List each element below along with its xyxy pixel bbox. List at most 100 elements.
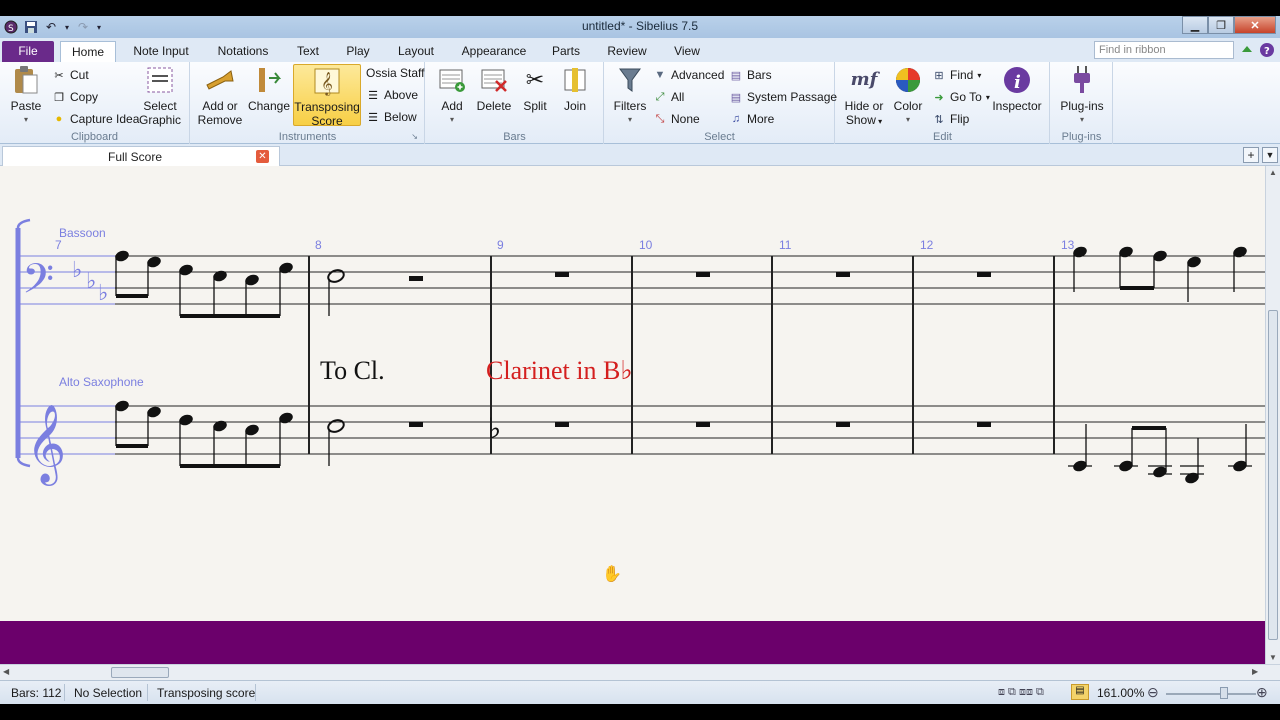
scissors-icon: ✂: [54, 69, 64, 82]
redo-dropdown-icon[interactable]: ▾: [95, 19, 103, 35]
tab-note-input[interactable]: Note Input: [126, 41, 196, 62]
ribbon-search-input[interactable]: Find in ribbon: [1094, 41, 1234, 59]
minimize-ribbon-icon[interactable]: [1240, 42, 1256, 58]
hide-show-button[interactable]: mf Hide or Show ▾: [842, 64, 886, 129]
paste-button[interactable]: Paste ▾: [6, 64, 46, 127]
score-view[interactable]: 𝄢 ♭ ♭ ♭ 𝄞 ♭ Bassoon Alto Saxophone 7 8 9…: [0, 166, 1265, 621]
lightbulb-icon: ●: [55, 113, 63, 125]
tab-text[interactable]: Text: [290, 41, 326, 62]
horizontal-scroll-thumb[interactable]: [111, 667, 169, 678]
tab-view[interactable]: View: [666, 41, 708, 62]
status-mode: Transposing score: [157, 686, 256, 700]
scroll-left-icon[interactable]: ◀: [3, 667, 9, 676]
select-bars-button[interactable]: ▤ Bars: [729, 68, 772, 82]
go-to-button[interactable]: ➜ Go To ▾: [932, 90, 989, 104]
transposing-label-2: Score: [311, 114, 343, 128]
ossia-above-button[interactable]: ☰ Above: [366, 88, 418, 102]
inspector-button[interactable]: i Inspector: [988, 64, 1046, 113]
join-bar-button[interactable]: Join: [558, 64, 592, 113]
tab-review[interactable]: Review: [602, 41, 652, 62]
change-instrument-button[interactable]: Change: [247, 64, 291, 113]
plug-icon: [1066, 64, 1098, 96]
select-none-button[interactable]: ⤡ None: [653, 112, 700, 126]
tab-parts[interactable]: Parts: [546, 41, 586, 62]
tab-appearance[interactable]: Appearance: [458, 41, 530, 62]
undo-icon[interactable]: ↶: [43, 19, 59, 35]
paste-icon: [10, 64, 42, 96]
advanced-filter-button[interactable]: ▼ Advanced: [653, 68, 725, 82]
color-button[interactable]: Color ▾: [890, 64, 926, 127]
select-group: Filters ▾ ▼ Advanced ⤢ All ⤡ None ▤ Bars ▤ Sy…: [605, 62, 837, 144]
page-view-icon[interactable]: ▤: [1071, 684, 1089, 700]
plugins-button[interactable]: Plug-ins ▾: [1055, 64, 1109, 127]
ossia-below-button[interactable]: ☰ Below: [366, 110, 417, 124]
add-label: Add: [441, 99, 463, 113]
tab-notations[interactable]: Notations: [208, 41, 278, 62]
select-graphic-button[interactable]: Select Graphic: [136, 64, 184, 127]
bassoon-instrument-name[interactable]: Bassoon: [59, 226, 106, 240]
scroll-up-icon[interactable]: ▲: [1269, 168, 1277, 177]
split-bar-button[interactable]: ✂ Split: [518, 64, 552, 114]
color-dropdown-icon: ▾: [905, 115, 910, 124]
capture-idea-button[interactable]: ● Capture Idea: [52, 112, 140, 126]
new-tab-button[interactable]: +: [1243, 147, 1259, 163]
select-all-button[interactable]: ⤢ All: [653, 90, 685, 104]
treble-clef-staff-icon: 𝄞: [26, 404, 66, 486]
clarinet-key-flat: ♭: [488, 412, 501, 445]
undo-dropdown-icon[interactable]: ▾: [63, 19, 71, 35]
zoom-in-icon[interactable]: ⊕: [1256, 684, 1268, 701]
capture-idea-label: Capture Idea: [70, 112, 140, 126]
app-icon[interactable]: S: [3, 19, 19, 35]
find-button[interactable]: ⊞ Find ▾: [932, 68, 981, 82]
minimize-button[interactable]: ▁: [1182, 16, 1208, 34]
zoom-out-icon[interactable]: ⊖: [1147, 684, 1159, 701]
clarinet-instrument-change-text[interactable]: Clarinet in B♭: [486, 356, 633, 386]
tab-list-button[interactable]: ▼: [1262, 147, 1278, 163]
hand-cursor-icon: ✋: [602, 566, 622, 583]
select-more-button[interactable]: ♫ More: [729, 112, 774, 126]
join-icon: [559, 64, 591, 96]
scroll-right-icon[interactable]: ▶: [1252, 667, 1258, 676]
to-clarinet-text[interactable]: To Cl.: [320, 356, 385, 386]
copy-button[interactable]: ❐ Copy: [52, 90, 98, 104]
zoom-slider[interactable]: [1166, 693, 1256, 695]
help-icon[interactable]: ?: [1259, 42, 1275, 58]
select-all-icon: ⤢: [655, 90, 665, 103]
horizontal-scrollbar[interactable]: ◀ ▶: [0, 664, 1280, 680]
add-remove-instruments-button[interactable]: Add or Remove: [195, 64, 245, 127]
bar-number-7: 7: [55, 238, 62, 252]
tab-play[interactable]: Play: [340, 41, 376, 62]
delete-label: Delete: [476, 99, 512, 113]
transposing-score-button[interactable]: 𝄞 Transposing Score: [293, 64, 361, 128]
add-bar-button[interactable]: Add ▾: [434, 64, 470, 127]
split-icon: ✂: [525, 67, 545, 92]
dialog-launcher-icon[interactable]: ↘: [411, 132, 418, 141]
save-icon[interactable]: [23, 19, 39, 35]
page-background-band: [0, 621, 1265, 664]
delete-bar-button[interactable]: Delete: [474, 64, 514, 113]
system-passage-button[interactable]: ▤ System Passage: [729, 90, 837, 104]
select-graphic-label-1: Select: [143, 99, 177, 113]
redo-icon[interactable]: ↷: [75, 19, 91, 35]
zoom-slider-thumb[interactable]: [1220, 687, 1228, 699]
vertical-scrollbar[interactable]: ▲ ▼: [1265, 166, 1280, 664]
cut-button[interactable]: ✂ Cut: [52, 68, 88, 82]
tab-home[interactable]: Home: [60, 41, 116, 62]
close-tab-icon[interactable]: ✕: [256, 150, 269, 163]
filters-button[interactable]: Filters ▾: [611, 64, 649, 127]
vertical-scroll-thumb[interactable]: [1268, 310, 1278, 640]
split-label: Split: [523, 99, 547, 113]
find-label: Find: [950, 68, 974, 82]
bars-group: Add ▾ Delete ✂ Split Join Bars: [426, 62, 604, 144]
copy-icon: ❐: [54, 91, 64, 104]
alto-sax-instrument-name[interactable]: Alto Saxophone: [59, 375, 144, 389]
select-group-label: Select: [704, 131, 735, 143]
scroll-down-icon[interactable]: ▼: [1269, 653, 1277, 662]
flip-button[interactable]: ⇅ Flip: [932, 112, 969, 126]
full-score-tab[interactable]: Full Score ✕: [2, 146, 280, 166]
close-button[interactable]: ✕: [1234, 16, 1276, 34]
maximize-button[interactable]: ❐: [1208, 16, 1234, 34]
tab-layout[interactable]: Layout: [390, 41, 442, 62]
tab-file[interactable]: File: [2, 41, 54, 62]
view-mode-icons[interactable]: ⧈ ⧉ ⧈⧈ ⧉: [998, 686, 1044, 699]
